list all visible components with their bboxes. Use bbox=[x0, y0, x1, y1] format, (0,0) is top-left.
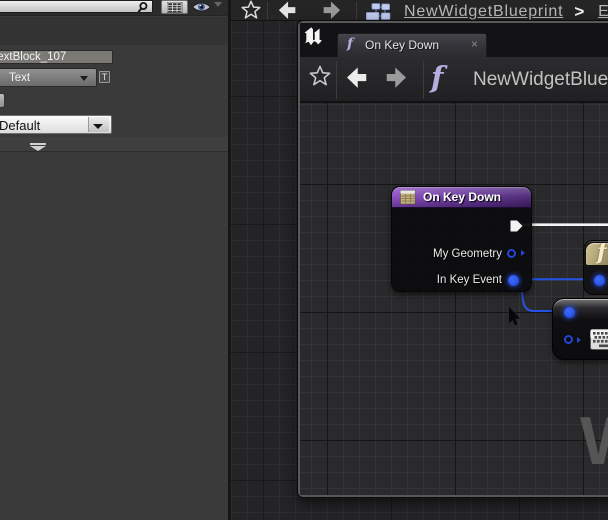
function-node-icon: f bbox=[586, 242, 608, 265]
unreal-editor: TextBlock_107 Text T Default bbox=[0, 0, 608, 520]
expander-bar bbox=[30, 142, 46, 145]
node-title: On Key Down bbox=[423, 190, 502, 204]
widget-name-field[interactable]: TextBlock_107 bbox=[0, 50, 113, 64]
mouse-cursor bbox=[509, 307, 520, 326]
toolbar-separator bbox=[336, 61, 337, 99]
text-property-combo[interactable]: Text bbox=[0, 68, 97, 87]
forward-button[interactable] bbox=[322, 1, 342, 20]
advanced-expander-button[interactable] bbox=[30, 142, 46, 151]
keyboard-node-pin-wedge bbox=[577, 337, 581, 344]
event-graph-icon bbox=[366, 3, 391, 20]
font-combo[interactable]: Default bbox=[0, 115, 112, 134]
function-icon: f bbox=[431, 60, 444, 94]
breadcrumb: NewWidgetBlueprint > EventGraph bbox=[404, 2, 608, 22]
font-combo-arrow-button[interactable] bbox=[88, 117, 109, 132]
details-toolbar bbox=[0, 0, 228, 16]
my-geometry-pin-wedge bbox=[520, 250, 525, 257]
advanced-expander-row bbox=[0, 137, 228, 152]
toolbar-separator bbox=[423, 61, 424, 99]
tab-close-icon[interactable]: × bbox=[471, 37, 478, 51]
main-graph-toolbar: NewWidgetBlueprint > EventGraph bbox=[231, 0, 608, 21]
toolbar-separator bbox=[267, 2, 268, 19]
breadcrumb-root-link[interactable]: NewWidgetBlueprint bbox=[404, 3, 563, 20]
function-graph-window: f On Key Down × f NewWidgetBlueprint W bbox=[298, 21, 608, 497]
toolbar-separator bbox=[356, 2, 357, 19]
keyboard-icon[interactable] bbox=[590, 329, 608, 350]
property-matrix-icon bbox=[167, 2, 183, 13]
property-matrix-button[interactable] bbox=[161, 0, 188, 14]
combo-arrow-icon bbox=[93, 123, 103, 129]
breadcrumb-next-link[interactable]: EventGraph bbox=[598, 3, 608, 20]
my-geometry-pin[interactable] bbox=[507, 248, 516, 258]
favorite-star-icon[interactable] bbox=[241, 0, 261, 20]
font-combo-value: Default bbox=[0, 118, 41, 133]
window-tab-strip: f On Key Down × bbox=[300, 23, 608, 57]
keyboard-node-pin-bottom[interactable] bbox=[563, 335, 573, 344]
exec-output-pin[interactable] bbox=[510, 220, 523, 232]
keyboard-node-pin-top[interactable] bbox=[564, 306, 575, 318]
search-input[interactable] bbox=[0, 0, 153, 13]
graph-canvas[interactable]: W On Key Down bbox=[300, 103, 608, 495]
details-panel-spacer bbox=[0, 17, 228, 45]
view-options-button[interactable] bbox=[191, 0, 225, 14]
back-button[interactable] bbox=[277, 1, 297, 20]
tab-label: On Key Down bbox=[365, 38, 440, 52]
node-function-partial[interactable]: f bbox=[583, 240, 608, 295]
details-panel-body bbox=[0, 153, 228, 520]
node-on-key-down[interactable]: On Key Down My Geometry In Key Event bbox=[391, 186, 532, 292]
view-options-dropdown-icon bbox=[214, 2, 222, 7]
tab-on-key-down[interactable]: f On Key Down × bbox=[337, 33, 487, 57]
combo-arrow-icon bbox=[80, 76, 88, 81]
breadcrumb-separator: > bbox=[574, 2, 586, 21]
function-glyph: f bbox=[597, 242, 607, 265]
text-type-button[interactable]: T bbox=[99, 71, 110, 83]
eye-icon bbox=[192, 2, 211, 11]
function-icon: f bbox=[347, 36, 354, 52]
cropped-button[interactable] bbox=[0, 93, 5, 108]
text-property-value: Text bbox=[9, 72, 31, 84]
in-key-event-pin[interactable] bbox=[508, 274, 519, 286]
details-panel: TextBlock_107 Text T Default bbox=[0, 0, 228, 520]
function-input-pin[interactable] bbox=[594, 275, 605, 286]
pin-label-in-key-event: In Key Event bbox=[436, 274, 502, 286]
pin-label-my-geometry: My Geometry bbox=[432, 247, 502, 260]
search-icon bbox=[137, 2, 148, 13]
unreal-logo-icon bbox=[304, 27, 322, 46]
node-keyboard-partial[interactable] bbox=[552, 298, 608, 360]
expander-arrow-icon bbox=[30, 145, 46, 151]
window-breadcrumb[interactable]: NewWidgetBlueprint bbox=[473, 69, 608, 91]
window-toolbar: f NewWidgetBlueprint bbox=[300, 57, 608, 103]
back-button[interactable] bbox=[346, 66, 367, 90]
forward-button[interactable] bbox=[386, 66, 407, 90]
widget-event-icon bbox=[400, 190, 416, 205]
favorite-star-icon[interactable] bbox=[309, 65, 331, 87]
